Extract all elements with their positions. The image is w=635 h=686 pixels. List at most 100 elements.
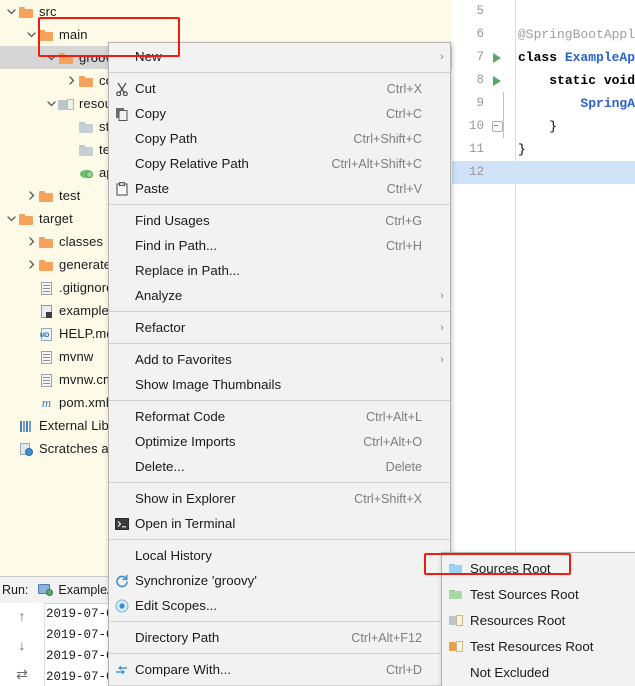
menu-item-label: Compare With... [135, 662, 232, 677]
code-line[interactable]: 9 SpringApplication.run(Exa [452, 92, 635, 115]
menu-item-compare-with[interactable]: Compare With... Ctrl+D [109, 657, 450, 682]
menu-item-show-in-explorer[interactable]: Show in Explorer Ctrl+Shift+X [109, 486, 450, 511]
menu-item-cut[interactable]: Cut Ctrl+X [109, 76, 450, 101]
chevron-down-icon[interactable] [4, 0, 18, 23]
line-number: 5 [476, 4, 484, 18]
submenu-item-sources-root[interactable]: Sources Root [442, 555, 635, 581]
text-file-icon [38, 280, 55, 296]
menu-item-open-in-terminal[interactable]: Open in Terminal [109, 511, 450, 536]
menu-item-label: Find in Path... [135, 238, 218, 253]
menu-item-reformat-code[interactable]: Reformat Code Ctrl+Alt+L [109, 404, 450, 429]
tree-item-src[interactable]: src [0, 0, 452, 23]
menu-item-icon-slot [109, 283, 135, 308]
chevron-down-icon[interactable] [4, 207, 18, 230]
sources-root-icon [442, 555, 470, 581]
menu-item-refactor[interactable]: Refactor › [109, 315, 450, 340]
text-file-icon [38, 372, 55, 388]
menu-item-analyze[interactable]: Analyze › [109, 283, 450, 308]
code-line[interactable]: 7 class ExampleApplication { [452, 46, 635, 69]
fold-expand-icon[interactable] [484, 121, 510, 132]
run-gutter-icon[interactable] [484, 75, 510, 86]
menu-item-synchronize-groovy[interactable]: Synchronize 'groovy' [109, 568, 450, 593]
scroll-down-icon[interactable]: ↓ [12, 636, 32, 654]
folder-icon [18, 211, 35, 227]
menu-item-shortcut: Ctrl+X [386, 81, 422, 96]
run-gutter-icon[interactable] [484, 52, 510, 63]
menu-item-replace-in-path[interactable]: Replace in Path... [109, 258, 450, 283]
submenu-item-label: Sources Root [470, 560, 551, 576]
gray-folder-icon [78, 142, 95, 158]
folder-icon [58, 50, 75, 66]
code-editor[interactable]: 5 6 @SpringBootApplication 7 class ExampleAp… [452, 0, 635, 576]
menu-item-label: Find Usages [135, 213, 210, 228]
submenu-chevron-icon: › [440, 289, 444, 302]
line-number: 8 [476, 73, 484, 87]
code-line[interactable]: 10 } [452, 115, 635, 138]
cut-icon [109, 76, 135, 101]
folder-icon [38, 234, 55, 250]
chevron-down-icon[interactable] [24, 23, 38, 46]
mark-directory-as-submenu[interactable]: Sources Root Test Sources Root Resources R… [441, 552, 635, 686]
menu-item-optimize-imports[interactable]: Optimize Imports Ctrl+Alt+O [109, 429, 450, 454]
code-text: class ExampleApplication { [518, 50, 635, 65]
menu-item-copy-path[interactable]: Copy Path Ctrl+Shift+C [109, 126, 450, 151]
menu-separator [109, 539, 450, 540]
code-line[interactable]: 8 static void main(String[] args) { [452, 69, 635, 92]
submenu-item-resources-root[interactable]: Resources Root [442, 607, 635, 633]
submenu-item-test-resources-root[interactable]: Test Resources Root [442, 633, 635, 659]
menu-item-local-history[interactable]: Local History› [109, 543, 450, 568]
tree-item-label: pom.xml [59, 395, 109, 410]
tree-item-label: classes [59, 234, 104, 249]
resources-folder-icon [58, 96, 75, 112]
run-panel-toolbar[interactable]: ↑ ↓ ⇄ [0, 603, 45, 686]
menu-item-paste[interactable]: Paste Ctrl+V [109, 176, 450, 201]
menu-item-delete[interactable]: Delete... Delete [109, 454, 450, 479]
menu-item-find-usages[interactable]: Find Usages Ctrl+G [109, 208, 450, 233]
code-line[interactable]: 11} [452, 138, 635, 161]
menu-separator [109, 482, 450, 483]
resources-root-icon [442, 607, 470, 633]
menu-item-label: Edit Scopes... [135, 598, 218, 613]
soft-wrap-icon[interactable]: ⇄ [12, 665, 32, 683]
chevron-right-icon[interactable] [24, 230, 38, 253]
menu-item-label: Copy Path [135, 131, 198, 146]
menu-item-icon-slot [109, 44, 135, 69]
project-context-menu[interactable]: New › Cut Ctrl+X Copy Ctrl+C Copy Path Ctrl+Shi… [108, 42, 451, 686]
code-line[interactable]: 12 [452, 161, 635, 184]
code-line[interactable]: 6 @SpringBootApplication [452, 23, 635, 46]
tree-item-label: target [39, 211, 73, 226]
run-panel-label: Run: [2, 583, 29, 597]
menu-item-edit-scopes[interactable]: Edit Scopes... [109, 593, 450, 618]
folder-icon [38, 27, 55, 43]
menu-item-find-in-path[interactable]: Find in Path... Ctrl+H [109, 233, 450, 258]
menu-item-copy-relative-path[interactable]: Copy Relative Path Ctrl+Alt+Shift+C [109, 151, 450, 176]
tree-item-label: src [39, 4, 57, 19]
chevron-right-icon[interactable] [24, 253, 38, 276]
refresh-icon [109, 568, 135, 593]
code-line[interactable]: 5 [452, 0, 635, 23]
menu-item-show-image-thumbnails[interactable]: Show Image Thumbnails [109, 372, 450, 397]
menu-item-shortcut: Ctrl+Alt+L [366, 409, 422, 424]
submenu-item-test-sources-root[interactable]: Test Sources Root [442, 581, 635, 607]
tree-item-label: HELP.md [59, 326, 114, 341]
code-text: } [518, 142, 526, 157]
chevron-down-icon[interactable] [44, 46, 58, 69]
menu-item-icon-slot [109, 126, 135, 151]
chevron-right-icon[interactable] [64, 69, 78, 92]
chevron-right-icon[interactable] [24, 184, 38, 207]
test-resources-root-icon [442, 633, 470, 659]
scroll-up-icon[interactable]: ↑ [12, 607, 32, 625]
menu-item-directory-path[interactable]: Directory Path Ctrl+Alt+F12 [109, 625, 450, 650]
menu-item-label: Analyze [135, 288, 183, 303]
line-number: 10 [468, 119, 484, 133]
submenu-item-not-excluded[interactable]: Not Excluded [442, 659, 635, 685]
chevron-down-icon[interactable] [44, 92, 58, 115]
menu-item-new[interactable]: New › [109, 44, 450, 69]
test-sources-root-icon [442, 581, 470, 607]
menu-item-copy[interactable]: Copy Ctrl+C [109, 101, 450, 126]
menu-item-add-to-favorites[interactable]: Add to Favorites › [109, 347, 450, 372]
submenu-chevron-icon: › [440, 321, 444, 334]
